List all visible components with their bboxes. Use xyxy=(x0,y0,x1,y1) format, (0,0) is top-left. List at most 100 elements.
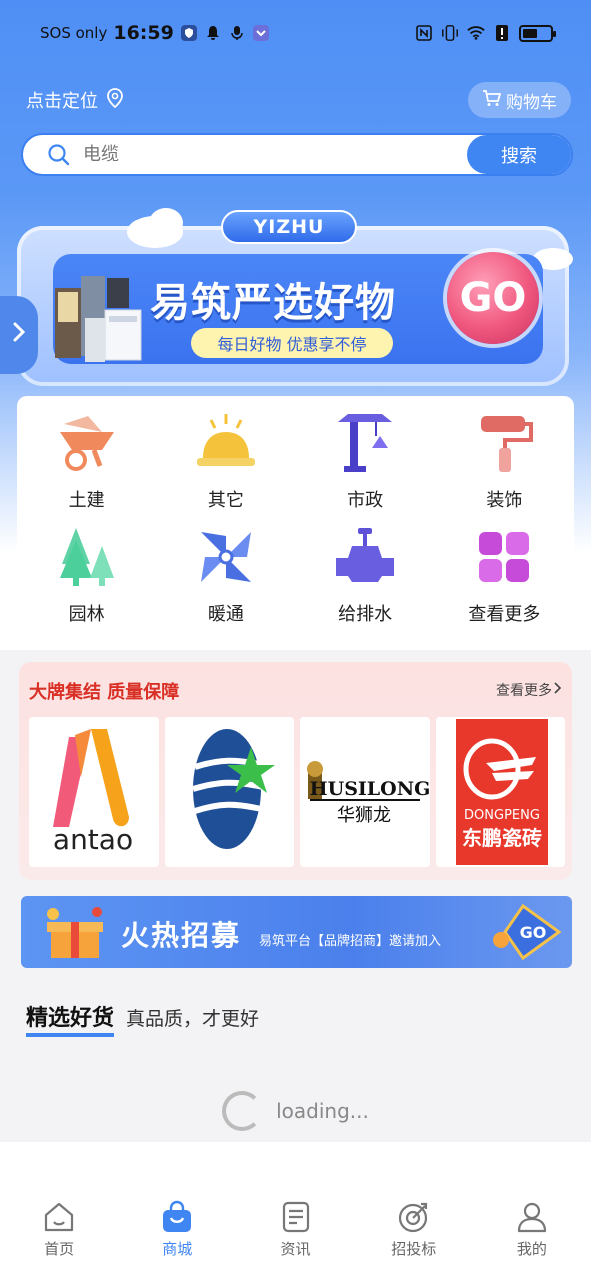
chevron-right-icon xyxy=(12,321,26,349)
antao-logo: antao xyxy=(53,729,133,856)
category-item-zhuangshi[interactable]: 装饰 xyxy=(435,410,574,524)
side-drawer-handle[interactable] xyxy=(0,296,38,374)
search-button[interactable]: 搜索 xyxy=(467,135,571,174)
brand-more-link[interactable]: 查看更多 xyxy=(496,680,562,700)
category-label: 装饰 xyxy=(486,490,523,511)
category-item-qita[interactable]: 其它 xyxy=(156,410,295,524)
tab-label: 我的 xyxy=(516,1240,547,1258)
search-icon xyxy=(47,143,71,167)
status-bar: SOS only 16:59 xyxy=(0,0,591,66)
star-brand-logo xyxy=(191,729,275,849)
brand-name-text: HUSILONG xyxy=(310,778,429,800)
user-icon xyxy=(517,1202,547,1233)
shield-icon xyxy=(180,24,198,42)
featured-heading: 精选好货 真品质，才更好 xyxy=(26,1000,259,1037)
home-icon xyxy=(44,1202,74,1232)
wheelbarrow-icon xyxy=(59,416,114,471)
category-item-geipaishui[interactable]: 给排水 xyxy=(296,524,435,638)
target-icon xyxy=(398,1202,427,1233)
go-badge-icon: GO xyxy=(493,903,562,961)
location-pin-icon xyxy=(106,87,124,113)
carrier-text: SOS only xyxy=(40,24,108,42)
loading-text: loading... xyxy=(276,1099,369,1123)
category-item-nuantong[interactable]: 暖通 xyxy=(156,524,295,638)
recruit-banner[interactable]: 火热招募 易筑平台【品牌招商】邀请加入 GO xyxy=(21,896,572,968)
tab-news[interactable]: 资讯 xyxy=(236,1200,354,1280)
tab-label: 招投标 xyxy=(391,1240,437,1258)
banner-go-button[interactable]: GO xyxy=(447,252,539,344)
tab-profile[interactable]: 我的 xyxy=(473,1200,591,1280)
wifi-icon xyxy=(467,24,485,42)
cart-button[interactable]: 购物车 xyxy=(468,82,571,118)
battery-icon xyxy=(519,24,556,42)
brand-cn-text: 东鹏瓷砖 xyxy=(462,826,542,850)
brand-cn-text: 华狮龙 xyxy=(337,805,391,826)
brand-tile-husilong[interactable]: HUSILONG 华狮龙 xyxy=(300,717,430,867)
valve-icon xyxy=(336,528,395,582)
chevron-right-icon xyxy=(554,682,562,698)
brand-more-label: 查看更多 xyxy=(496,683,552,699)
loading-indicator: loading... xyxy=(0,1088,591,1134)
brand-section: 大牌集结 质量保障 查看更多 antao HUSILONG 华狮龙 DONGPE… xyxy=(19,662,572,880)
recruit-title: 火热招募 xyxy=(121,919,242,952)
cart-icon xyxy=(482,89,502,112)
category-item-more[interactable]: 查看更多 xyxy=(435,524,574,638)
banner-brand-badge: YIZHU xyxy=(221,210,357,244)
brand-tile-dongpeng[interactable]: DONGPENG 东鹏瓷砖 xyxy=(435,717,565,867)
category-label: 其它 xyxy=(207,490,244,511)
category-item-shizheng[interactable]: 市政 xyxy=(296,410,435,524)
fan-icon xyxy=(200,532,251,582)
category-label: 园林 xyxy=(68,604,105,625)
spinner-icon xyxy=(222,1091,263,1131)
dongpeng-logo: DONGPENG 东鹏瓷砖 xyxy=(455,719,548,865)
nfc-icon xyxy=(415,24,433,42)
category-label: 暖通 xyxy=(207,604,244,625)
clock: 16:59 xyxy=(113,22,174,44)
promo-banner[interactable]: YIZHU 易筑严选好物 每日好物 优惠享不停 GO xyxy=(15,208,575,386)
brand-tile-star[interactable] xyxy=(164,717,294,867)
tab-home[interactable]: 首页 xyxy=(0,1200,118,1280)
cart-label: 购物车 xyxy=(506,92,557,113)
crane-icon xyxy=(338,414,393,472)
brand-tile-antao[interactable]: antao xyxy=(29,717,159,867)
cloud-decoration xyxy=(149,208,183,238)
tab-bidding[interactable]: 招投标 xyxy=(355,1200,473,1280)
category-item-tujian[interactable]: 土建 xyxy=(17,410,156,524)
tab-label: 资讯 xyxy=(280,1240,311,1258)
bottom-tab-bar: 首页 商城 资讯 招投标 我的 xyxy=(0,1200,591,1280)
category-label: 给排水 xyxy=(338,604,393,625)
featured-title: 精选好货 xyxy=(26,1000,115,1037)
location-label: 点击定位 xyxy=(26,91,98,112)
mic-icon xyxy=(228,24,246,42)
brand-section-title: 大牌集结 质量保障 xyxy=(29,682,180,703)
category-item-yuanlin[interactable]: 园林 xyxy=(17,524,156,638)
banner-subtitle: 每日好物 优惠享不停 xyxy=(191,328,393,358)
featured-subtitle: 真品质，才更好 xyxy=(126,1008,260,1030)
recruit-subtitle: 易筑平台【品牌招商】邀请加入 xyxy=(259,934,442,949)
hardhat-icon xyxy=(196,414,255,466)
shopping-bag-icon xyxy=(163,1200,192,1232)
husilong-logo: HUSILONG 华狮龙 xyxy=(307,761,430,826)
alert-icon xyxy=(493,24,511,42)
location-row: 点击定位 购物车 xyxy=(26,82,571,118)
paint-roller-icon xyxy=(481,416,534,472)
app-notification-icon xyxy=(252,24,270,42)
tab-mall[interactable]: 商城 xyxy=(118,1200,236,1280)
vibrate-icon xyxy=(441,24,459,42)
location-button[interactable]: 点击定位 xyxy=(26,87,124,113)
news-icon xyxy=(282,1201,309,1233)
brand-name-text: antao xyxy=(53,823,133,856)
category-grid: 土建 其它 市政 装饰 园林 暖通 给排水 查看更多 xyxy=(17,396,574,646)
product-images xyxy=(55,268,145,364)
grid-more-icon xyxy=(479,532,530,582)
trees-icon xyxy=(59,528,114,586)
brand-name-text: DONGPENG xyxy=(464,808,540,823)
category-label: 市政 xyxy=(347,490,384,511)
banner-brand-text: YIZHU xyxy=(253,216,325,238)
brand-logo-row: antao HUSILONG 华狮龙 DONGPENG 东鹏瓷砖 xyxy=(29,717,565,867)
gift-box-icon xyxy=(47,907,103,958)
search-input[interactable] xyxy=(83,144,467,165)
banner-title: 易筑严选好物 xyxy=(150,280,396,326)
bell-icon xyxy=(204,24,222,42)
recruit-go-text: GO xyxy=(520,923,547,942)
